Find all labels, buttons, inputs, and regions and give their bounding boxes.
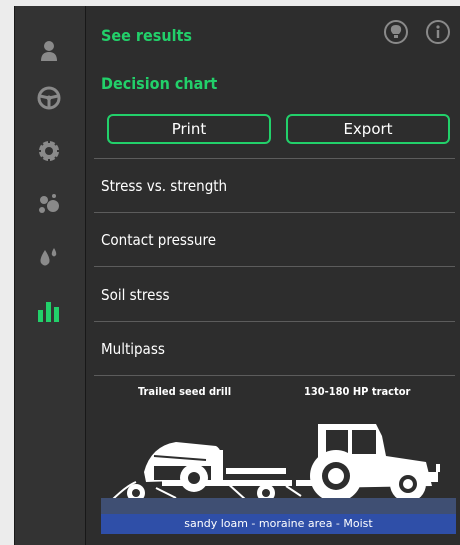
tire-icon[interactable]	[32, 136, 66, 166]
lightbulb-icon[interactable]	[384, 20, 408, 44]
divider	[94, 212, 455, 213]
export-button[interactable]: Export	[286, 114, 450, 144]
info-icon[interactable]	[426, 20, 450, 44]
divider	[94, 158, 455, 159]
machine-illustration: Trailed seed drill 130-180 HP tractor sa…	[86, 378, 460, 545]
menu-item-soil-stress[interactable]: Soil stress	[101, 280, 451, 310]
soil-indicator: sandy loam - moraine area - Moist	[101, 498, 456, 534]
bar-chart-icon[interactable]	[32, 296, 66, 326]
results-panel: See results Decision chart Print Export …	[86, 6, 460, 545]
soil-particles-icon[interactable]	[32, 189, 66, 219]
person-icon[interactable]	[32, 36, 66, 66]
steering-wheel-icon[interactable]	[32, 83, 66, 113]
menu-item-contact-pressure[interactable]: Contact pressure	[101, 225, 451, 255]
divider	[94, 321, 455, 322]
sidebar	[15, 6, 86, 545]
divider	[94, 266, 455, 267]
see-results-link[interactable]: See results	[101, 26, 192, 45]
soil-description: sandy loam - moraine area - Moist	[101, 514, 456, 534]
print-button[interactable]: Print	[107, 114, 271, 144]
water-drops-icon[interactable]	[32, 242, 66, 272]
implement-label: Trailed seed drill	[138, 385, 232, 398]
tractor-label: 130-180 HP tractor	[304, 385, 411, 398]
decision-chart-title: Decision chart	[101, 74, 218, 93]
divider	[94, 375, 455, 376]
app-window: See results Decision chart Print Export …	[14, 6, 460, 545]
menu-item-multipass[interactable]: Multipass	[101, 334, 451, 364]
menu-item-stress-vs-strength[interactable]: Stress vs. strength	[101, 171, 451, 201]
seed-drill-and-tractor-icon	[109, 424, 440, 503]
